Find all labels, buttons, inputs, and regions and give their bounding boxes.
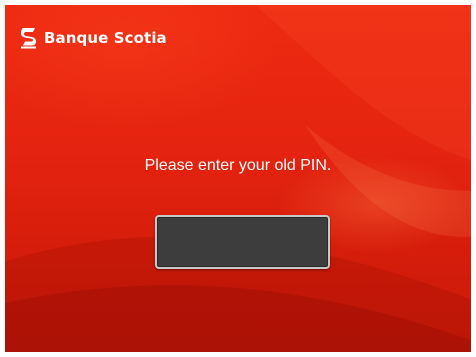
- atm-screen: Banque Scotia Please enter your old PIN.: [5, 5, 471, 352]
- pin-prompt-text: Please enter your old PIN.: [144, 157, 332, 174]
- background-swoosh: [5, 5, 471, 352]
- old-pin-input[interactable]: [155, 215, 330, 269]
- brand-name: Banque Scotia: [44, 29, 167, 47]
- scotiabank-s-logo-icon: [21, 28, 36, 49]
- brand-header: Banque Scotia: [20, 27, 167, 49]
